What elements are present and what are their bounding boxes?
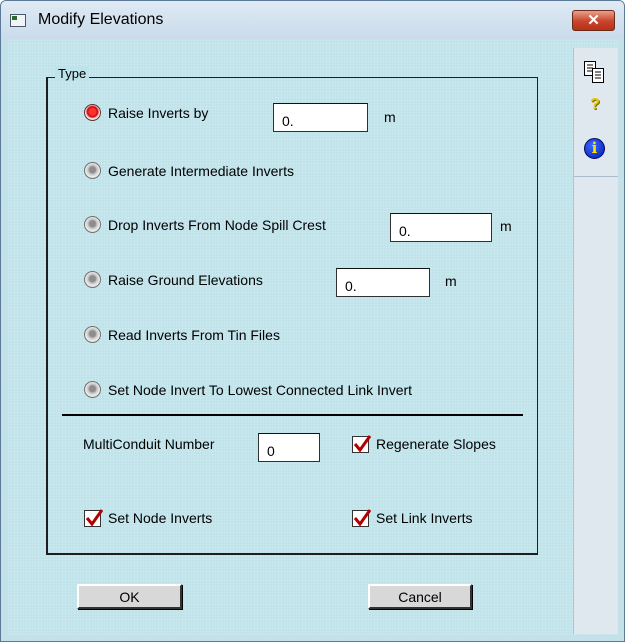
window-title: Modify Elevations xyxy=(38,11,164,28)
set-link-inverts-checkbox[interactable] xyxy=(352,509,372,527)
title-bar[interactable]: Modify Elevations ✕ xyxy=(1,1,624,39)
raise-ground-input[interactable] xyxy=(336,268,430,297)
ok-button[interactable]: OK xyxy=(77,584,182,609)
info-icon[interactable]: i xyxy=(584,138,605,159)
radio-set-node-invert-lowest[interactable] xyxy=(84,381,101,398)
radio-raise-inverts[interactable] xyxy=(84,104,101,121)
checkmark-icon xyxy=(353,435,372,453)
side-toolbar xyxy=(573,48,618,634)
radio-raise-ground[interactable] xyxy=(84,271,101,288)
multiconduit-input[interactable] xyxy=(258,433,320,462)
label-read-tin: Read Inverts From Tin Files xyxy=(108,327,280,343)
drop-inverts-input[interactable] xyxy=(390,213,492,242)
multiconduit-label: MultiConduit Number xyxy=(83,436,215,452)
drop-inverts-unit: m xyxy=(500,218,512,234)
radio-read-tin[interactable] xyxy=(84,326,101,343)
raise-inverts-input[interactable] xyxy=(273,103,368,132)
radio-drop-inverts[interactable] xyxy=(84,216,101,233)
label-set-node-invert-lowest: Set Node Invert To Lowest Connected Link… xyxy=(108,382,413,398)
close-button[interactable]: ✕ xyxy=(572,10,615,31)
label-raise-ground: Raise Ground Elevations xyxy=(108,272,263,288)
raise-inverts-unit: m xyxy=(384,109,396,125)
raise-ground-unit: m xyxy=(445,273,457,289)
radio-generate-intermediate[interactable] xyxy=(84,162,101,179)
group-divider xyxy=(62,414,523,416)
type-group-box xyxy=(46,77,538,555)
help-glyph: ? xyxy=(590,96,600,113)
type-group-legend: Type xyxy=(55,66,90,81)
set-node-inverts-label: Set Node Inverts xyxy=(108,510,213,526)
toolbar-divider xyxy=(574,176,618,177)
set-node-inverts-checkbox[interactable] xyxy=(84,509,104,527)
cancel-button[interactable]: Cancel xyxy=(368,584,472,609)
app-icon xyxy=(10,14,26,27)
label-raise-inverts: Raise Inverts by xyxy=(108,105,209,121)
help-icon[interactable]: ? xyxy=(588,96,602,116)
info-glyph: i xyxy=(591,139,598,157)
checkmark-icon xyxy=(353,509,372,527)
set-link-inverts-label: Set Link Inverts xyxy=(376,510,473,526)
regenerate-slopes-label: Regenerate Slopes xyxy=(376,436,496,452)
copy-icon[interactable] xyxy=(583,60,607,84)
close-icon: ✕ xyxy=(587,12,600,29)
checkmark-icon xyxy=(85,509,104,527)
regenerate-slopes-checkbox[interactable] xyxy=(352,435,372,453)
label-generate-intermediate: Generate Intermediate Inverts xyxy=(108,163,294,179)
label-drop-inverts: Drop Inverts From Node Spill Crest xyxy=(108,217,326,233)
